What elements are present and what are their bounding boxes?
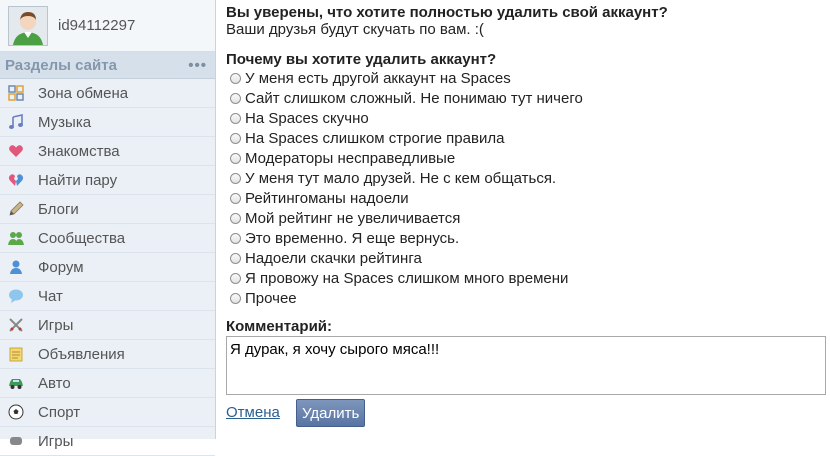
people-icon [7,229,25,247]
reason-option[interactable]: Модераторы несправедливые [230,148,583,168]
sidebar-item-label: Объявления [38,345,125,363]
reason-heading: Почему вы хотите удалить аккаунт? [226,51,497,68]
radio-button[interactable] [230,132,241,144]
sidebar-item-label: Игры [38,432,74,450]
page-subtitle: Ваши друзья будут скучать по вам. :( [226,21,484,38]
sidebar-item-label: Спорт [38,403,81,421]
reason-label: Модераторы несправедливые [245,149,456,167]
reason-label: Рейтингоманы надоели [245,189,409,207]
sidebar-item-auto[interactable]: Авто [0,369,215,398]
radio-button[interactable] [230,292,241,304]
delete-account-panel: Вы уверены, что хотите полностью удалить… [216,0,830,439]
reason-label: На Spaces скучно [245,109,369,127]
profile-header: id94112297 [0,0,215,52]
sidebar-item-label: Сообщества [38,229,126,247]
sidebar-menu: Зона обмена Музыка Знакомства Найти пару… [0,79,215,456]
reason-list: У меня есть другой аккаунт на Spaces Сай… [230,68,583,308]
sidebar-item-label: Знакомства [38,142,120,160]
sidebar-item-label: Чат [38,287,63,305]
reason-option[interactable]: Я провожу на Spaces слишком много времен… [230,268,583,288]
sidebar-item-communities[interactable]: Сообщества [0,224,215,253]
sidebar-item-label: Игры [38,316,74,334]
sidebar-item-games[interactable]: Игры [0,311,215,340]
sidebar-item-label: Музыка [38,113,92,131]
reason-option[interactable]: Мой рейтинг не увеличивается [230,208,583,228]
sidebar-item-exchange[interactable]: Зона обмена [0,79,215,108]
reason-label: Сайт слишком сложный. Не понимаю тут нич… [245,89,583,107]
radio-button[interactable] [230,192,241,204]
car-icon [7,374,25,392]
cancel-link[interactable]: Отмена [226,404,280,421]
page-title: Вы уверены, что хотите полностью удалить… [226,4,668,21]
heart-icon [7,142,25,160]
crossed-swords-icon [7,316,25,334]
radio-button[interactable] [230,212,241,224]
more-menu-icon[interactable]: ••• [188,57,207,74]
section-title: Разделы сайта [5,56,117,74]
section-header: Разделы сайта ••• [0,52,215,79]
reason-label: У меня тут мало друзей. Не с кем общатьс… [245,169,557,187]
reason-label: Мой рейтинг не увеличивается [245,209,461,227]
reason-option[interactable]: Это временно. Я еще вернусь. [230,228,583,248]
delete-button[interactable]: Удалить [296,399,366,427]
music-note-icon [7,113,25,131]
sidebar-item-ads[interactable]: Объявления [0,340,215,369]
comment-textarea[interactable]: Я дурак, я хочу сырого мяса!!! [226,336,826,395]
sidebar-item-find-match[interactable]: Найти пару [0,166,215,195]
exchange-grid-icon [7,84,25,102]
radio-button[interactable] [230,72,241,84]
reason-option[interactable]: У меня есть другой аккаунт на Spaces [230,68,583,88]
sidebar-item-blogs[interactable]: Блоги [0,195,215,224]
comment-heading: Комментарий: [226,318,333,335]
sidebar-item-label: Найти пару [38,171,118,189]
sidebar-item-music[interactable]: Музыка [0,108,215,137]
radio-button[interactable] [230,272,241,284]
reason-label: У меня есть другой аккаунт на Spaces [245,69,511,87]
sidebar-item-chat[interactable]: Чат [0,282,215,311]
sidebar-item-label: Авто [38,374,71,392]
reason-label: Надоели скачки рейтинга [245,249,422,267]
sidebar-item-label: Форум [38,258,84,276]
sidebar-item-label: Блоги [38,200,79,218]
soccer-ball-icon [7,403,25,421]
sidebar-item-dating[interactable]: Знакомства [0,137,215,166]
sidebar-item-games-2[interactable]: Игры [0,427,215,456]
chat-bubble-icon [7,287,25,305]
pencil-icon [7,200,25,218]
reason-option[interactable]: Надоели скачки рейтинга [230,248,583,268]
reason-option[interactable]: На Spaces слишком строгие правила [230,128,583,148]
radio-button[interactable] [230,172,241,184]
reason-option[interactable]: Рейтингоманы надоели [230,188,583,208]
sidebar-item-forum[interactable]: Форум [0,253,215,282]
radio-button[interactable] [230,152,241,164]
sidebar: id94112297 Разделы сайта ••• Зона обмена… [0,0,216,456]
sidebar-item-label: Зона обмена [38,84,129,102]
reason-option[interactable]: Прочее [230,288,583,308]
reason-option[interactable]: Сайт слишком сложный. Не понимаю тут нич… [230,88,583,108]
user-id[interactable]: id94112297 [58,17,135,34]
broken-heart-icon [7,171,25,189]
radio-button[interactable] [230,112,241,124]
reason-label: На Spaces слишком строгие правила [245,129,505,147]
avatar[interactable] [8,5,48,46]
radio-button[interactable] [230,92,241,104]
reason-label: Я провожу на Spaces слишком много времен… [245,269,569,287]
reason-label: Это временно. Я еще вернусь. [245,229,460,247]
reason-option[interactable]: На Spaces скучно [230,108,583,128]
game-icon [7,432,25,450]
reason-option[interactable]: У меня тут мало друзей. Не с кем общатьс… [230,168,583,188]
notepad-icon [7,345,25,363]
reason-label: Прочее [245,289,297,307]
radio-button[interactable] [230,232,241,244]
radio-button[interactable] [230,252,241,264]
forum-user-icon [7,258,25,276]
sidebar-item-sport[interactable]: Спорт [0,398,215,427]
